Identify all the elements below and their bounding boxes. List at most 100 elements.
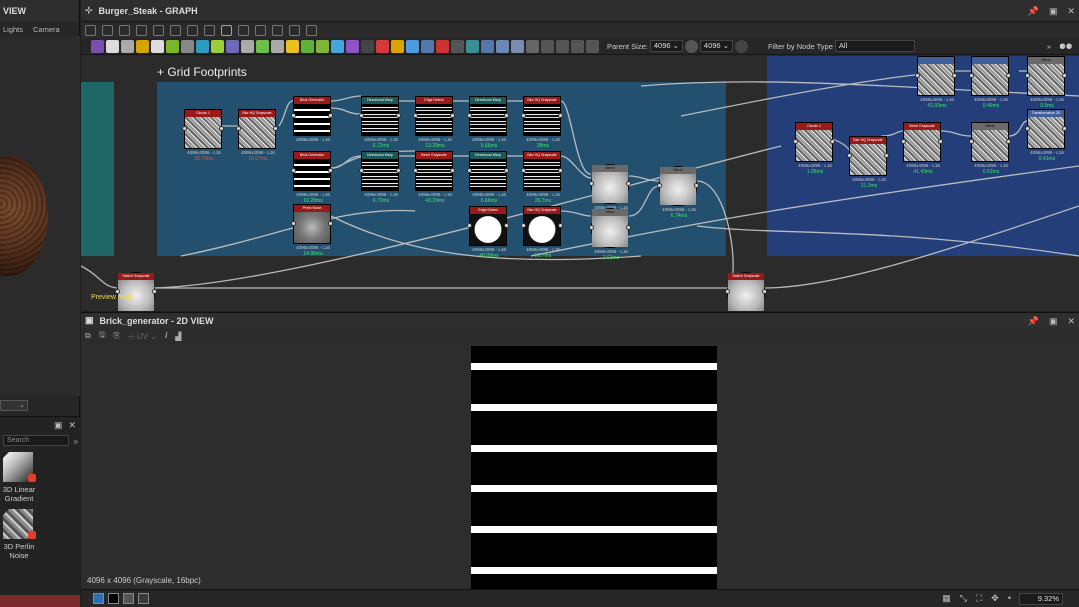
node-output-socket[interactable] [952, 73, 957, 78]
graph-node[interactable]: 4096x4096 - L16 43.93ms [915, 56, 957, 109]
move-icon[interactable] [102, 24, 113, 36]
zoom-dot-icon[interactable]: • [1008, 593, 1011, 604]
node-output-socket[interactable] [450, 168, 455, 173]
node-input-socket[interactable] [847, 153, 852, 158]
node-warp-icon[interactable] [226, 39, 239, 53]
background-black-icon[interactable] [108, 593, 119, 604]
node-input-socket[interactable] [1025, 73, 1030, 78]
node-input-socket[interactable] [291, 168, 296, 173]
node-warning-icon[interactable] [391, 39, 404, 53]
graph-node[interactable]: Blur HQ Grayscale 4096x4096 - L16 31.3ms [847, 136, 889, 189]
node-output-socket[interactable] [938, 139, 943, 144]
node-sharpen-icon[interactable] [331, 39, 344, 53]
graph-node[interactable]: Blur HQ Grayscale 4096x4096 - L16 10.07ms [236, 109, 278, 162]
reset-size-icon[interactable] [734, 39, 748, 53]
graph-node[interactable]: Blur HQ Grayscale 4096x4096 - L16 26.7ms [521, 206, 563, 259]
node-input-socket[interactable] [589, 181, 594, 186]
node-output-socket[interactable] [396, 113, 401, 118]
node-input-socket[interactable] [589, 225, 594, 230]
background-checker-icon[interactable] [123, 593, 134, 604]
frame-all-icon[interactable] [85, 24, 96, 36]
node-output-socket[interactable] [1006, 73, 1011, 78]
node-normal-icon[interactable] [301, 39, 314, 53]
node-input-socket[interactable] [657, 183, 662, 188]
histogram-icon[interactable]: ▟ [175, 332, 181, 341]
node-output-socket[interactable] [152, 289, 157, 294]
node-output-socket[interactable] [558, 168, 563, 173]
connector-icon[interactable] [556, 39, 569, 53]
node-emboss-icon[interactable] [316, 39, 329, 53]
node-input-socket[interactable] [521, 223, 526, 228]
graph-node[interactable]: Edge Detect 4096x4096 - L16 13.29ms [413, 96, 455, 149]
pin-tool-icon[interactable] [586, 39, 599, 53]
node-output-socket[interactable] [694, 183, 699, 188]
node-pixel-icon[interactable] [241, 39, 254, 53]
camera-icon[interactable] [119, 24, 130, 36]
grid-icon[interactable]: ▦ [942, 593, 951, 604]
filter-node-type-select[interactable]: All [834, 40, 915, 52]
node-uniform-icon[interactable] [106, 39, 119, 53]
graph-node[interactable]: Blend 4096x4096 - L16 3.63ms [589, 208, 631, 261]
graph-node[interactable]: Blur HQ Grayscale 4096x4096 - L16 26.7ms [521, 151, 563, 204]
layout-icon[interactable] [187, 24, 198, 36]
menu-lights[interactable]: Lights [3, 25, 23, 34]
node-levels-icon[interactable] [196, 39, 209, 53]
node-output-socket[interactable] [626, 181, 631, 186]
search-icon[interactable] [153, 24, 164, 36]
node-input-socket[interactable] [413, 113, 418, 118]
node-fx-icon[interactable] [256, 39, 269, 53]
layers-icon[interactable] [93, 593, 104, 604]
node-output-socket[interactable] [273, 126, 278, 131]
node-input-socket[interactable] [467, 168, 472, 173]
node-output-socket[interactable] [328, 221, 333, 226]
pin-icon[interactable]: 📌 [1028, 6, 1039, 17]
node-gradient-icon[interactable] [211, 39, 224, 53]
graph-node[interactable]: Clouds 1 4096x4096 - L16 33.73ms [182, 109, 224, 162]
export-icon[interactable]: ⎘ [114, 331, 120, 341]
node-input-socket[interactable] [915, 73, 920, 78]
pan-icon[interactable]: ⤡ [960, 593, 967, 604]
link-size-icon[interactable] [684, 39, 698, 53]
node-output-socket[interactable] [1062, 126, 1067, 131]
node-input-socket[interactable] [291, 221, 296, 226]
node-input-socket[interactable] [521, 168, 526, 173]
library-item-3d-perlin-noise[interactable]: 3D Perlin Noise [0, 509, 80, 560]
toolbar-more-icon[interactable]: » [1047, 42, 1051, 51]
node-curve-icon[interactable] [166, 39, 179, 53]
tool-icon[interactable] [272, 24, 283, 36]
node-text-icon[interactable] [361, 39, 374, 53]
graph-node[interactable]: Transformation 2D 4096x4096 - L16 0.41ms [1025, 109, 1067, 162]
node-input-socket[interactable] [467, 223, 472, 228]
node-output-socket[interactable] [626, 225, 631, 230]
save-icon[interactable]: 🖫 [99, 329, 106, 343]
graph-node[interactable]: Brick Generator 4096x4096 - L16 [291, 96, 333, 142]
parent-size-select[interactable]: 4096 ⌄ [649, 40, 683, 52]
close-icon[interactable]: ✕ [1067, 316, 1075, 327]
node-svg-icon[interactable] [271, 39, 284, 53]
frame-tool-icon[interactable] [571, 39, 584, 53]
2d-view-canvas[interactable]: 4096 x 4096 (Grayscale, 16bpc) [81, 344, 1079, 589]
node-output-socket[interactable] [1062, 73, 1067, 78]
node-output-socket[interactable] [558, 223, 563, 228]
graph-node[interactable]: Perlin Noise 4096x4096 - L16 14.96ms [291, 204, 333, 257]
menu-camera[interactable]: Camera [33, 25, 60, 34]
node-output-socket[interactable] [1006, 139, 1011, 144]
float-icon[interactable]: ▣ [54, 420, 63, 431]
node-input-socket[interactable] [521, 113, 526, 118]
node-output-socket[interactable] [450, 113, 455, 118]
graph-node[interactable]: Switch Grayscale [725, 272, 767, 311]
graph-node[interactable]: Bevel Grayscale 4096x4096 - L16 43.29ms [413, 151, 455, 204]
close-icon[interactable]: ✕ [1067, 6, 1075, 17]
node-bitmap-icon[interactable] [121, 39, 134, 53]
close-icon[interactable]: ✕ [68, 420, 76, 431]
node-output-socket[interactable] [396, 168, 401, 173]
graph-node[interactable]: Blend4096x4096 - L16 [589, 164, 631, 210]
frame-icon[interactable] [306, 24, 317, 36]
node-fxmap-icon[interactable] [481, 39, 494, 53]
library-item-3d-linear-gradient[interactable]: 3D Linear Gradient [0, 452, 80, 503]
node-output-icon[interactable] [376, 39, 389, 53]
node-input-socket[interactable] [793, 139, 798, 144]
graph-node[interactable]: Blend 4096x4096 - L16 0.5ms [1025, 56, 1067, 109]
comment-icon[interactable] [541, 39, 554, 53]
graph-node[interactable]: 4096x4096 - L16 0.46ms [969, 56, 1011, 109]
